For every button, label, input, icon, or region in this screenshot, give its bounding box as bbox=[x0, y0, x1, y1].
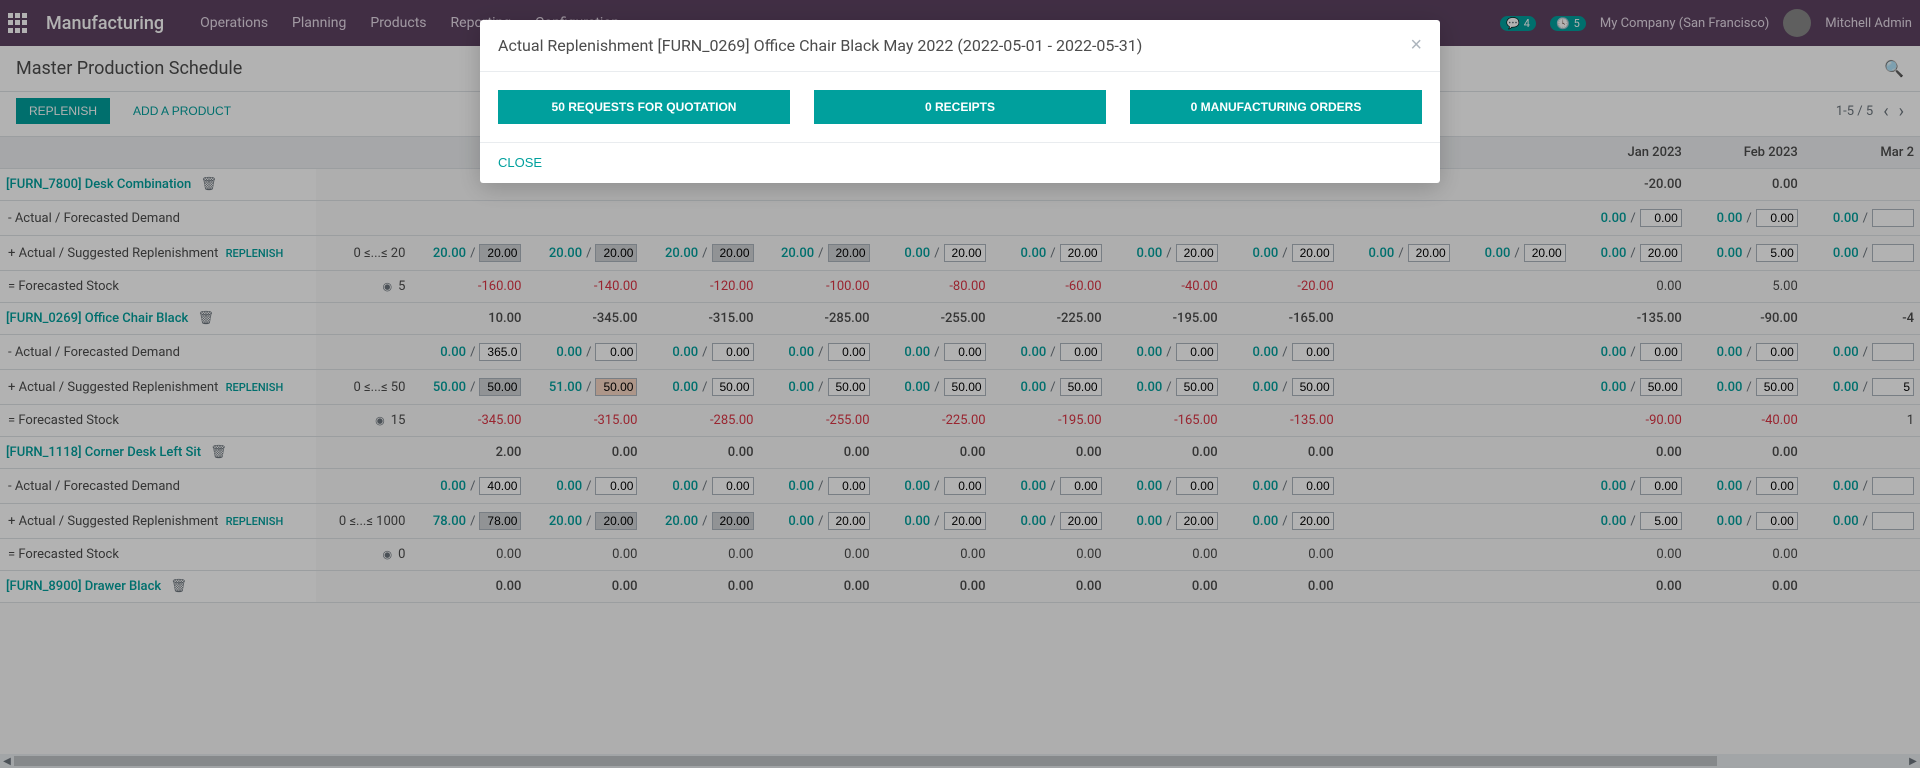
modal-close-icon[interactable]: × bbox=[1410, 34, 1422, 57]
modal-title: Actual Replenishment [FURN_0269] Office … bbox=[498, 36, 1142, 55]
modal-close-button[interactable]: CLOSE bbox=[498, 155, 542, 170]
mo-button[interactable]: 0 MANUFACTURING ORDERS bbox=[1130, 90, 1422, 124]
receipts-button[interactable]: 0 RECEIPTS bbox=[814, 90, 1106, 124]
replenishment-modal: Actual Replenishment [FURN_0269] Office … bbox=[480, 20, 1440, 183]
rfq-button[interactable]: 50 REQUESTS FOR QUOTATION bbox=[498, 90, 790, 124]
